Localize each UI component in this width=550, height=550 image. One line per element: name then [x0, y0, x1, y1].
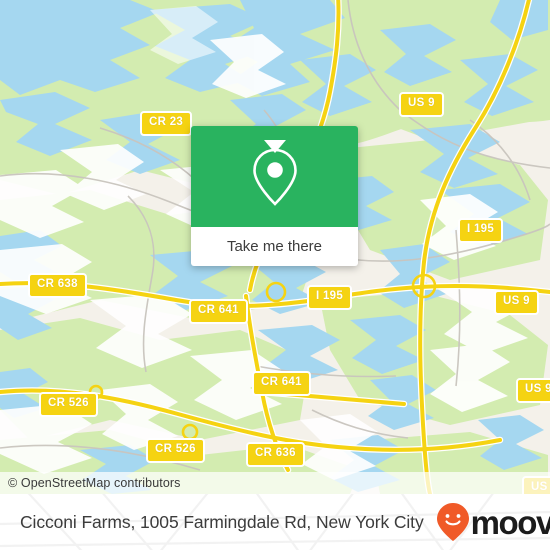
road-shield: CR 641 [189, 299, 248, 324]
take-me-there-label: Take me there [226, 238, 323, 255]
road-shield: I 195 [458, 218, 504, 243]
location-address: Cicconi Farms, 1005 Farmingdale Rd, New … [20, 511, 424, 532]
road-shield: I 195 [307, 285, 353, 310]
road-shield: CR 636 [246, 442, 305, 467]
road-shield: US 9 [494, 290, 539, 315]
road-shield: US 9 [399, 92, 444, 117]
map-screenshot: CR 23 US 9 I 195 CR 638 CR 641 I 195 US … [0, 0, 550, 550]
moovit-wordmark: moovit [470, 503, 550, 541]
road-shield: CR 641 [252, 371, 311, 396]
road-shield: CR 526 [39, 392, 98, 417]
callout-tail [264, 140, 286, 153]
attribution-text: © OpenStreetMap contributors [8, 476, 181, 490]
road-shield: CR 638 [28, 273, 87, 298]
road-shield: CR 526 [146, 438, 205, 463]
road-shield: US 9 [516, 378, 550, 403]
moovit-pin-smiley-icon [436, 503, 469, 541]
road-shield: CR 23 [140, 111, 193, 136]
moovit-logo[interactable]: moovit [436, 502, 550, 542]
map-canvas[interactable]: CR 23 US 9 I 195 CR 638 CR 641 I 195 US … [0, 0, 550, 494]
footer-bar: Cicconi Farms, 1005 Farmingdale Rd, New … [0, 494, 550, 550]
callout-action[interactable]: Take me there [191, 227, 358, 266]
map-pin-icon [252, 148, 297, 206]
map-attribution[interactable]: © OpenStreetMap contributors [0, 472, 550, 494]
